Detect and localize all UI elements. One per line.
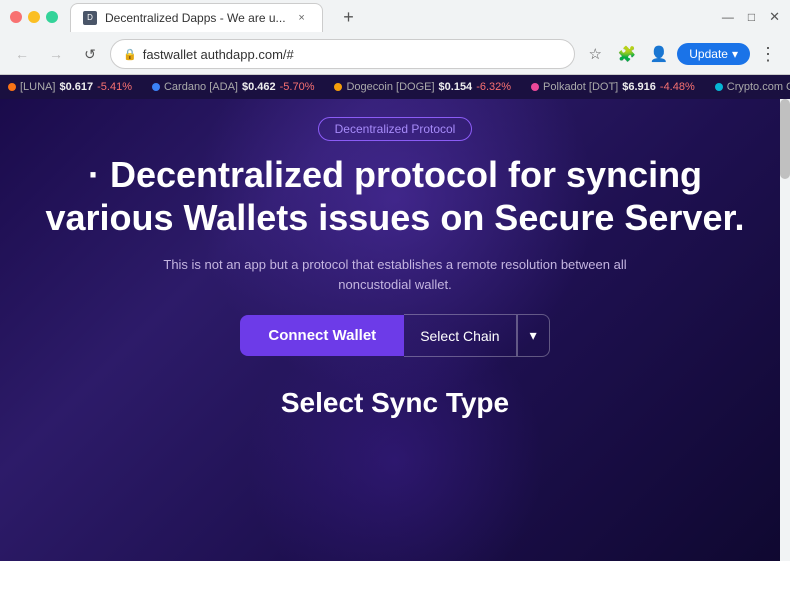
luna-dot — [8, 83, 16, 91]
update-label: Update — [689, 47, 728, 61]
more-options-button[interactable]: ⋮ — [754, 40, 782, 68]
cta-row: Connect Wallet Select Chain ▾ — [240, 314, 549, 357]
doge-dot — [334, 83, 342, 91]
window-controls — [10, 11, 58, 23]
tab-title: Decentralized Dapps - We are u... — [105, 11, 286, 25]
ticker-bar: [LUNA] $0.617 -5.41% Cardano [ADA] $0.46… — [0, 75, 790, 99]
ticker-item-ada: Cardano [ADA] $0.462 -5.70% — [152, 81, 315, 93]
select-sync-title: Select Sync Type — [281, 387, 509, 419]
title-bar: D Decentralized Dapps - We are u... × + … — [0, 0, 790, 34]
address-bar[interactable]: 🔒 fastwallet authdapp.com/# — [110, 39, 575, 69]
new-tab-button[interactable]: + — [335, 3, 363, 31]
page-content: Decentralized Protocol · Decentralized p… — [0, 99, 790, 561]
url-display: fastwallet authdapp.com/# — [143, 47, 294, 62]
profile-button[interactable]: 👤 — [645, 40, 673, 68]
forward-button[interactable]: → — [42, 40, 70, 68]
ticker-item-cro: Crypto.com Chain [CR — [715, 81, 790, 93]
hero-title: · Decentralized protocol for syncing var… — [15, 153, 775, 239]
address-bar-row: ← → ↺ 🔒 fastwallet authdapp.com/# ☆ 🧩 👤 … — [0, 34, 790, 74]
back-button[interactable]: ← — [8, 40, 36, 68]
update-dropdown-icon: ▾ — [732, 47, 738, 61]
close-window-button[interactable] — [10, 11, 22, 23]
select-chain-button[interactable]: Select Chain — [404, 314, 516, 357]
extension-button[interactable]: 🧩 — [613, 40, 641, 68]
tab-favicon: D — [83, 11, 97, 25]
dot-dot — [531, 83, 539, 91]
select-chain-group: Select Chain ▾ — [404, 314, 549, 357]
lock-icon: 🔒 — [123, 48, 137, 61]
badge-text: Decentralized Protocol — [335, 122, 456, 136]
restore-icon[interactable]: □ — [748, 10, 755, 24]
maximize-window-button[interactable] — [46, 11, 58, 23]
minimize-icon[interactable]: — — [722, 10, 734, 24]
active-tab[interactable]: D Decentralized Dapps - We are u... × — [70, 3, 323, 32]
minimize-window-button[interactable] — [28, 11, 40, 23]
scrollbar-thumb[interactable] — [780, 99, 790, 179]
star-button[interactable]: ☆ — [581, 40, 609, 68]
ticker-item-luna: [LUNA] $0.617 -5.41% — [8, 81, 132, 93]
tab-close-button[interactable]: × — [294, 10, 310, 26]
scrollbar-track[interactable] — [780, 99, 790, 561]
select-chain-dropdown-button[interactable]: ▾ — [518, 314, 550, 357]
decentralized-protocol-badge: Decentralized Protocol — [318, 117, 473, 141]
ticker-item-doge: Dogecoin [DOGE] $0.154 -6.32% — [334, 81, 511, 93]
connect-wallet-button[interactable]: Connect Wallet — [240, 315, 404, 356]
dropdown-chevron-icon: ▾ — [530, 327, 537, 343]
ada-dot — [152, 83, 160, 91]
toolbar-right: ☆ 🧩 👤 Update ▾ ⋮ — [581, 40, 782, 68]
close-icon[interactable]: ✕ — [769, 9, 780, 25]
hero-subtitle: This is not an app but a protocol that e… — [95, 255, 695, 294]
cro-dot — [715, 83, 723, 91]
reload-button[interactable]: ↺ — [76, 40, 104, 68]
ticker-item-dot: Polkadot [DOT] $6.916 -4.48% — [531, 81, 695, 93]
browser-chrome: D Decentralized Dapps - We are u... × + … — [0, 0, 790, 75]
update-button[interactable]: Update ▾ — [677, 43, 750, 65]
